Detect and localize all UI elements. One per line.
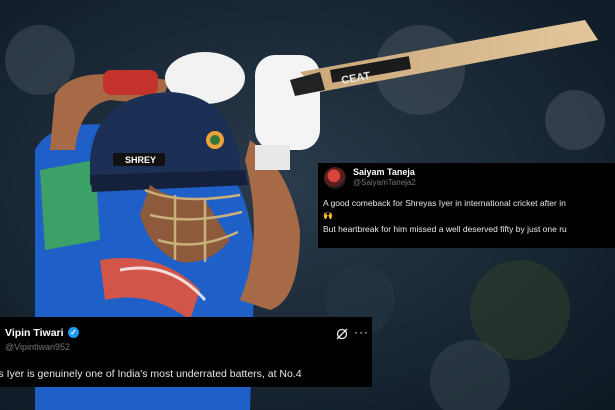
tweet-author-handle[interactable]: @Vipintiwari952 — [5, 342, 70, 352]
tweet-text-line: reyas Iyer is genuinely one of India's m… — [0, 368, 302, 380]
helmet-name-label: SHREY — [125, 155, 156, 165]
verified-badge-icon: ✓ — [68, 327, 79, 338]
grok-icon[interactable] — [336, 328, 348, 340]
tweet-card-saiyam[interactable]: Saiyam Taneja @SaiyamTaneja2 A good come… — [318, 163, 615, 248]
avatar[interactable] — [324, 167, 346, 189]
tweet-text-line: But heartbreak for him missed a well des… — [323, 224, 567, 234]
tweet-text-line: A good comeback for Shreyas Iyer in inte… — [323, 198, 566, 208]
tweet-author-name[interactable]: Saiyam Taneja — [353, 167, 415, 177]
more-options-icon[interactable]: ··· — [354, 325, 369, 339]
tweet-author-name[interactable]: Vipin Tiwari — [5, 327, 64, 339]
tweet-card-vipin[interactable]: Vipin Tiwari ✓ @Vipintiwari952 ··· reyas… — [0, 317, 372, 387]
tweet-author-handle[interactable]: @SaiyamTaneja2 — [353, 178, 416, 187]
raised-hands-emoji: 🙌 — [323, 211, 333, 220]
